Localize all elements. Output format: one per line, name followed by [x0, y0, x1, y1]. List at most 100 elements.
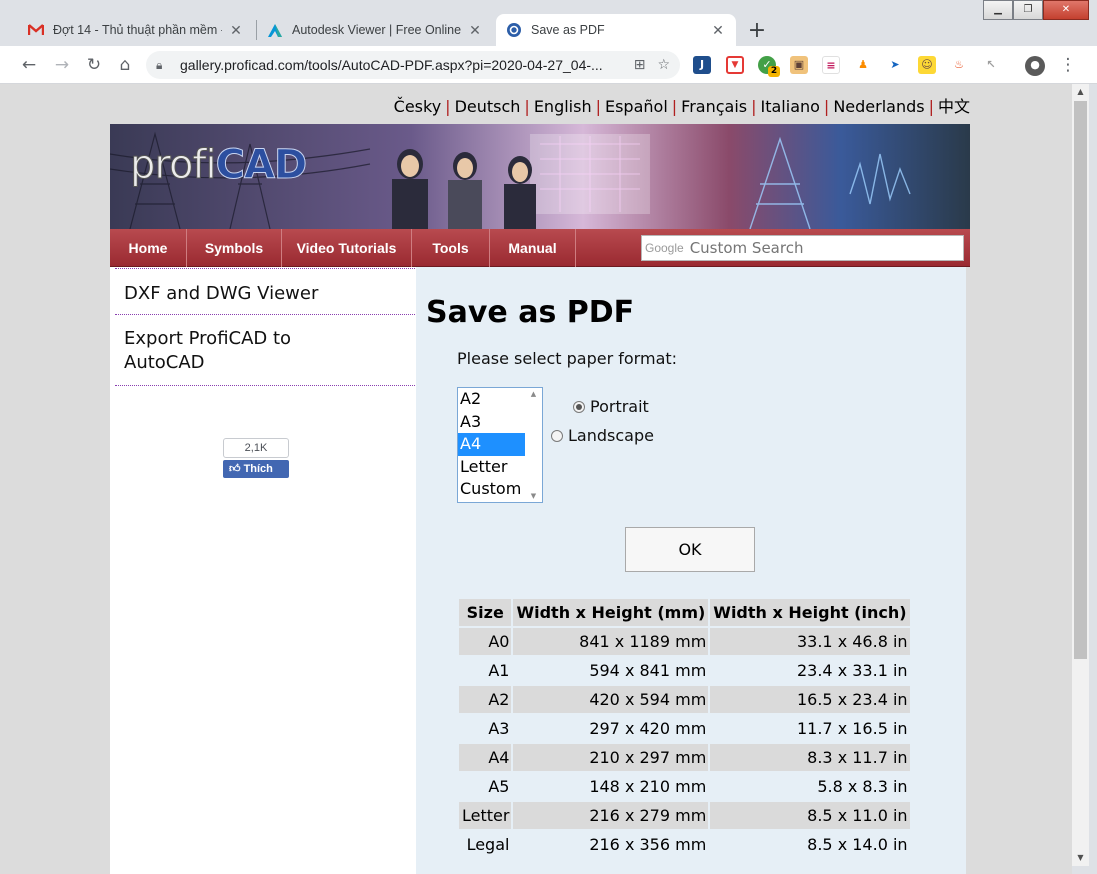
divider [115, 385, 415, 386]
back-button[interactable]: ← [18, 54, 40, 76]
sidebar-link-export-autocad[interactable]: Export ProfiCAD to AutoCAD [115, 327, 335, 375]
extension-arrow-icon[interactable]: ➤ [886, 56, 904, 74]
extension-cursor-icon[interactable]: ↖ [982, 56, 1000, 74]
cell-mm: 420 x 594 mm [513, 686, 709, 713]
extension-lines-icon[interactable]: ≡ [822, 56, 840, 74]
close-tab-icon[interactable]: ✕ [710, 22, 726, 39]
lang-it[interactable]: Italiano [761, 97, 820, 116]
home-button[interactable]: ⌂ [114, 54, 136, 76]
cell-inch: 8.3 x 11.7 in [710, 744, 910, 771]
cell-size: A3 [459, 715, 512, 742]
like-label: Thích [243, 463, 273, 475]
extension-person-icon[interactable]: ♟ [854, 56, 872, 74]
url-text: gallery.proficad.com/tools/AutoCAD-PDF.a… [180, 57, 603, 73]
scroll-down-arrow-icon[interactable]: ▼ [1072, 850, 1089, 866]
radio-unselected-icon [551, 429, 563, 442]
like-count: 2,1K [223, 438, 289, 458]
ok-button[interactable]: OK [625, 527, 755, 572]
lang-fr[interactable]: Français [681, 97, 747, 116]
forward-button[interactable]: → [51, 54, 73, 76]
page-title: Save as PDF [426, 295, 635, 330]
table-row: Legal 216 x 356 mm 8.5 x 14.0 in [459, 831, 910, 858]
lang-nl[interactable]: Nederlands [833, 97, 924, 116]
minimize-button[interactable]: ▁ [983, 0, 1013, 20]
format-option-custom[interactable]: Custom [458, 478, 525, 501]
lang-zh[interactable]: 中文 [938, 97, 970, 116]
landscape-radio[interactable]: Landscape [551, 426, 654, 445]
paper-sizes-table: Size Width x Height (mm) Width x Height … [457, 597, 912, 860]
restore-button[interactable]: ❐ [1013, 0, 1043, 20]
tab-gmail[interactable]: Đợt 14 - Thủ thuật phần mềm - I ✕ [18, 14, 254, 46]
close-tab-icon[interactable]: ✕ [228, 22, 244, 39]
lang-cs[interactable]: Česky [394, 97, 442, 116]
scroll-up-icon[interactable]: ▲ [525, 390, 542, 398]
extension-j-icon[interactable]: J [693, 56, 711, 74]
menu-tools[interactable]: Tools [412, 229, 490, 267]
col-inch: Width x Height (inch) [710, 599, 910, 626]
search-input[interactable] [689, 239, 930, 257]
table-row: A0 841 x 1189 mm 33.1 x 46.8 in [459, 628, 910, 655]
lang-de[interactable]: Deutsch [455, 97, 521, 116]
table-header-row: Size Width x Height (mm) Width x Height … [459, 599, 910, 626]
menu-home[interactable]: Home [110, 229, 187, 267]
like-button[interactable]: 👍︎ Thích [223, 460, 289, 478]
proficad-logo[interactable]: profiCAD [130, 142, 308, 189]
logo-suffix: CAD [215, 142, 308, 189]
logo-prefix: profi [130, 142, 218, 189]
lang-en[interactable]: English [534, 97, 592, 116]
lang-es[interactable]: Español [605, 97, 668, 116]
tab-autodesk[interactable]: Autodesk Viewer | Free Online Fil ✕ [257, 14, 493, 46]
extension-picture-icon[interactable]: ☺ [918, 56, 936, 74]
table-row: A5 148 x 210 mm 5.8 x 8.3 in [459, 773, 910, 800]
divider [115, 314, 415, 315]
translate-icon[interactable]: ⊞ [634, 57, 646, 73]
menu-video-tutorials[interactable]: Video Tutorials [282, 229, 412, 267]
cell-mm: 297 x 420 mm [513, 715, 709, 742]
tab-title: Đợt 14 - Thủ thuật phần mềm - I [53, 23, 222, 37]
format-option-letter[interactable]: Letter [458, 456, 525, 479]
menu-kebab-icon[interactable]: ⋮ [1057, 54, 1079, 76]
tab-strip: Đợt 14 - Thủ thuật phần mềm - I ✕ Autode… [0, 0, 1097, 46]
cell-inch: 16.5 x 23.4 in [710, 686, 910, 713]
format-option-a4[interactable]: A4 [458, 433, 525, 456]
tab-save-as-pdf[interactable]: Save as PDF ✕ [496, 14, 736, 46]
new-tab-button[interactable]: + [743, 17, 771, 45]
close-tab-icon[interactable]: ✕ [467, 22, 483, 39]
cell-mm: 148 x 210 mm [513, 773, 709, 800]
thumbs-up-icon: 👍︎ [229, 463, 244, 475]
custom-search-box[interactable]: Google [641, 235, 964, 261]
window-controls: ▁ ❐ ✕ [983, 0, 1089, 20]
scrollbar-thumb[interactable] [1074, 101, 1087, 659]
menu-manual[interactable]: Manual [490, 229, 576, 267]
cell-inch: 8.5 x 14.0 in [710, 831, 910, 858]
cell-size: A4 [459, 744, 512, 771]
page-scrollbar[interactable]: ▲ ▼ [1072, 84, 1089, 866]
menu-symbols[interactable]: Symbols [187, 229, 282, 267]
scroll-down-icon[interactable]: ▼ [525, 492, 542, 500]
gmail-icon [28, 22, 44, 38]
portrait-radio[interactable]: Portrait [573, 397, 649, 416]
format-option-a3[interactable]: A3 [458, 411, 525, 434]
site-banner: profiCAD [110, 124, 970, 229]
cell-size: A1 [459, 657, 512, 684]
extension-fire-icon[interactable]: ♨ [950, 56, 968, 74]
profile-avatar[interactable]: ● [1025, 56, 1045, 76]
language-bar: Česky | Deutsch | English | Español | Français | I… [393, 97, 970, 116]
extension-shield-icon[interactable]: ▼ [726, 56, 744, 74]
close-window-button[interactable]: ✕ [1043, 0, 1089, 20]
sidebar-link-dxf-viewer[interactable]: DXF and DWG Viewer [115, 282, 415, 306]
paper-format-listbox[interactable]: A2 A3 A4 Letter Custom ▲ ▼ [457, 387, 543, 503]
cell-mm: 216 x 356 mm [513, 831, 709, 858]
bookmark-star-icon[interactable]: ☆ [657, 57, 670, 73]
table-row: A3 297 x 420 mm 11.7 x 16.5 in [459, 715, 910, 742]
format-option-a2[interactable]: A2 [458, 388, 525, 411]
table-row: A4 210 x 297 mm 8.3 x 11.7 in [459, 744, 910, 771]
address-bar[interactable]: 🔒︎ gallery.proficad.com/tools/AutoCAD-PD… [146, 51, 680, 79]
reload-button[interactable]: ↻ [83, 54, 105, 76]
lock-icon: 🔒︎ [156, 57, 163, 72]
cell-mm: 210 x 297 mm [513, 744, 709, 771]
paper-format-prompt: Please select paper format: [457, 349, 678, 368]
scroll-up-arrow-icon[interactable]: ▲ [1072, 84, 1089, 100]
extension-box-icon[interactable]: ▣ [790, 56, 808, 74]
listbox-scrollbar[interactable]: ▲ ▼ [525, 388, 542, 502]
